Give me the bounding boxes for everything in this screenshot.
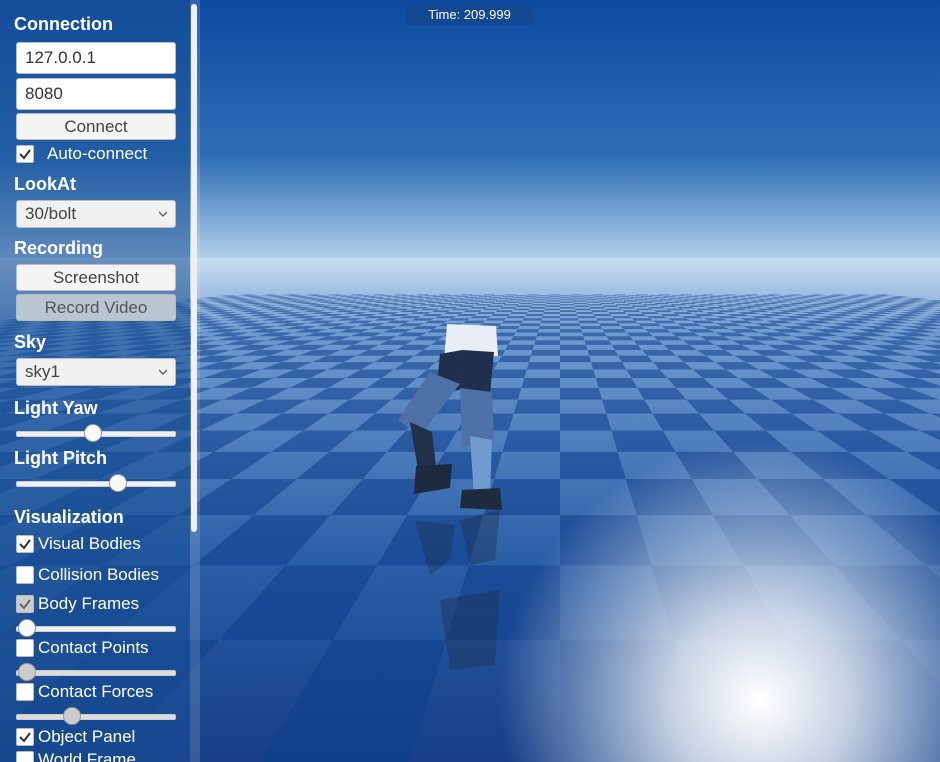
- world-frame-label: World Frame: [38, 750, 136, 762]
- world-frame-checkbox[interactable]: [16, 751, 34, 762]
- check-icon: [19, 599, 31, 610]
- time-badge: Time: 209.999: [406, 4, 533, 25]
- sky-title: Sky: [14, 332, 47, 352]
- chevron-down-icon: [159, 211, 167, 217]
- collision-bodies-label: Collision Bodies: [38, 565, 159, 584]
- light-pitch-title: Light Pitch: [14, 448, 107, 468]
- light-yaw-slider[interactable]: [16, 423, 176, 443]
- sky-select[interactable]: sky1: [16, 358, 176, 386]
- slider-thumb[interactable]: [109, 474, 128, 492]
- collision-bodies-checkbox[interactable]: [16, 566, 34, 584]
- collision-bodies-row[interactable]: Collision Bodies: [14, 564, 184, 586]
- contact-forces-slider[interactable]: [16, 706, 176, 726]
- slider-track: [16, 626, 176, 632]
- light-pitch-slider[interactable]: [16, 473, 176, 493]
- screenshot-button[interactable]: Screenshot: [16, 264, 176, 291]
- body-frames-slider[interactable]: [16, 618, 176, 638]
- contact-points-checkbox[interactable]: [16, 639, 34, 657]
- contact-points-row[interactable]: Contact Points: [14, 637, 184, 659]
- body-frames-checkbox[interactable]: [16, 595, 34, 613]
- lookat-title: LookAt: [14, 174, 76, 194]
- slider-thumb[interactable]: [18, 663, 37, 681]
- contact-forces-label: Contact Forces: [38, 682, 154, 701]
- slider-thumb[interactable]: [63, 707, 81, 725]
- scrollbar-thumb[interactable]: [191, 4, 197, 532]
- visualization-title: Visualization: [14, 507, 124, 527]
- contact-forces-checkbox[interactable]: [16, 683, 34, 701]
- slider-thumb[interactable]: [18, 619, 37, 637]
- contact-points-slider[interactable]: [16, 662, 176, 682]
- visual-bodies-checkbox[interactable]: [16, 535, 34, 553]
- control-panel: Connection Connect Auto-connect LookAt 3…: [0, 0, 190, 762]
- port-input[interactable]: [16, 78, 176, 110]
- visual-bodies-label: Visual Bodies: [38, 534, 141, 553]
- body-frames-label: Body Frames: [38, 594, 140, 613]
- connection-title: Connection: [14, 14, 113, 34]
- slider-track: [16, 714, 176, 720]
- lookat-select[interactable]: 30/bolt: [16, 200, 176, 228]
- auto-connect-label: Auto-connect: [47, 144, 148, 163]
- record-video-button[interactable]: Record Video: [16, 294, 176, 321]
- lookat-select-value: 30/bolt: [25, 204, 77, 223]
- auto-connect-checkbox[interactable]: [16, 145, 34, 163]
- world-frame-row[interactable]: World Frame: [14, 749, 184, 762]
- contact-points-label: Contact Points: [38, 638, 149, 657]
- check-icon: [19, 539, 31, 550]
- object-panel-label: Object Panel: [38, 727, 136, 746]
- object-panel-row[interactable]: Object Panel: [14, 726, 184, 748]
- visual-bodies-row[interactable]: Visual Bodies: [14, 533, 184, 555]
- check-icon: [19, 149, 31, 160]
- slider-thumb[interactable]: [83, 424, 102, 442]
- auto-connect-checkbox-row[interactable]: Auto-connect: [14, 143, 184, 165]
- chevron-down-icon: [159, 369, 167, 375]
- recording-title: Recording: [14, 238, 104, 258]
- light-yaw-title: Light Yaw: [14, 398, 98, 418]
- slider-track: [16, 670, 176, 676]
- panel-scrollbar[interactable]: [190, 0, 200, 762]
- sky-select-value: sky1: [25, 362, 60, 381]
- contact-forces-row[interactable]: Contact Forces: [14, 681, 184, 703]
- slider-track: [16, 481, 176, 487]
- check-icon: [19, 732, 31, 743]
- connect-button[interactable]: Connect: [16, 113, 176, 140]
- host-input[interactable]: [16, 42, 176, 74]
- object-panel-checkbox[interactable]: [16, 728, 34, 746]
- body-frames-row[interactable]: Body Frames: [14, 593, 184, 615]
